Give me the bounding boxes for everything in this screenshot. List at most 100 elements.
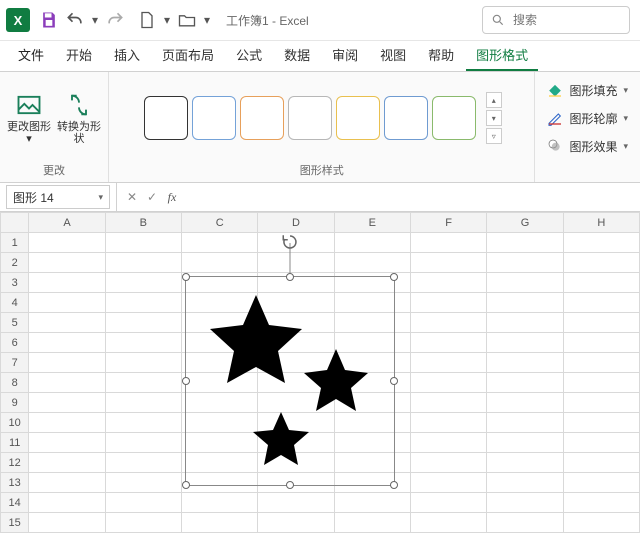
cell[interactable] (29, 493, 105, 513)
cell[interactable] (258, 253, 334, 273)
column-header[interactable]: E (334, 213, 410, 233)
column-header[interactable]: F (410, 213, 486, 233)
tab-home[interactable]: 开始 (56, 39, 102, 71)
tab-page-layout[interactable]: 页面布局 (152, 39, 224, 71)
cell[interactable] (29, 413, 105, 433)
cell[interactable] (563, 393, 639, 413)
cell[interactable] (334, 253, 410, 273)
cell[interactable] (410, 313, 486, 333)
shape-outline-button[interactable]: 图形轮廓 ▾ (543, 106, 632, 130)
styles-scroll-down[interactable]: ▾ (486, 110, 502, 126)
cell[interactable] (410, 233, 486, 253)
tab-formulas[interactable]: 公式 (226, 39, 272, 71)
cell[interactable] (487, 333, 563, 353)
undo-button[interactable] (62, 6, 88, 34)
cell[interactable] (29, 293, 105, 313)
cell[interactable] (487, 413, 563, 433)
shape-style-swatch[interactable] (336, 96, 380, 140)
tab-review[interactable]: 审阅 (322, 39, 368, 71)
shape-style-swatch[interactable] (384, 96, 428, 140)
cell[interactable] (105, 513, 181, 533)
cell[interactable] (105, 433, 181, 453)
cell[interactable] (29, 233, 105, 253)
cell[interactable] (410, 253, 486, 273)
cell[interactable] (105, 413, 181, 433)
shape-style-swatch[interactable] (288, 96, 332, 140)
cell[interactable] (258, 513, 334, 533)
column-header[interactable]: C (182, 213, 258, 233)
qat-overflow[interactable]: ▾ (200, 6, 214, 34)
rotation-handle[interactable] (281, 233, 299, 251)
cell[interactable] (182, 513, 258, 533)
open-button[interactable] (174, 6, 200, 34)
cell[interactable] (105, 393, 181, 413)
cell[interactable] (105, 293, 181, 313)
shape-effects-button[interactable]: 图形效果 ▾ (543, 134, 632, 158)
cell[interactable] (105, 453, 181, 473)
cell[interactable] (105, 373, 181, 393)
cell[interactable] (410, 373, 486, 393)
row-header[interactable]: 12 (1, 453, 29, 473)
cell[interactable] (105, 333, 181, 353)
cell[interactable] (487, 453, 563, 473)
row-header[interactable]: 1 (1, 233, 29, 253)
row-header[interactable]: 2 (1, 253, 29, 273)
accept-formula-button[interactable]: ✓ (143, 190, 161, 204)
formula-input[interactable] (187, 190, 640, 204)
cell[interactable] (563, 313, 639, 333)
cell[interactable] (410, 273, 486, 293)
shape-style-swatch[interactable] (432, 96, 476, 140)
cell[interactable] (29, 313, 105, 333)
cell[interactable] (487, 313, 563, 333)
cell[interactable] (563, 453, 639, 473)
column-header[interactable]: B (105, 213, 181, 233)
column-header[interactable]: G (487, 213, 563, 233)
tab-help[interactable]: 帮助 (418, 39, 464, 71)
cell[interactable] (487, 493, 563, 513)
shape-style-swatch[interactable] (240, 96, 284, 140)
cell[interactable] (29, 453, 105, 473)
cell[interactable] (563, 293, 639, 313)
cell[interactable] (563, 253, 639, 273)
row-header[interactable]: 7 (1, 353, 29, 373)
new-file-dropdown[interactable]: ▾ (160, 6, 174, 34)
cell[interactable] (105, 233, 181, 253)
cell[interactable] (487, 233, 563, 253)
cell[interactable] (182, 493, 258, 513)
cell[interactable] (182, 253, 258, 273)
styles-gallery-expand[interactable]: ▿ (486, 128, 502, 144)
row-header[interactable]: 9 (1, 393, 29, 413)
cell[interactable] (105, 493, 181, 513)
cell[interactable] (410, 453, 486, 473)
cell[interactable] (563, 413, 639, 433)
cell[interactable] (487, 393, 563, 413)
fx-button[interactable]: fx (163, 190, 181, 205)
cell[interactable] (487, 433, 563, 453)
tab-file[interactable]: 文件 (8, 39, 54, 71)
cell[interactable] (29, 433, 105, 453)
cell[interactable] (487, 253, 563, 273)
cell[interactable] (487, 513, 563, 533)
shape-fill-button[interactable]: 图形填充 ▾ (543, 78, 632, 102)
row-header[interactable]: 5 (1, 313, 29, 333)
undo-dropdown[interactable]: ▾ (88, 6, 102, 34)
save-button[interactable] (36, 6, 62, 34)
tab-data[interactable]: 数据 (274, 39, 320, 71)
convert-to-shape-button[interactable]: 转换为形状 (56, 83, 102, 153)
column-header[interactable]: A (29, 213, 105, 233)
cell[interactable] (487, 473, 563, 493)
row-header[interactable]: 14 (1, 493, 29, 513)
cell[interactable] (563, 373, 639, 393)
cell[interactable] (410, 473, 486, 493)
cell[interactable] (487, 373, 563, 393)
cell[interactable] (29, 393, 105, 413)
cell[interactable] (563, 473, 639, 493)
cell[interactable] (487, 293, 563, 313)
row-header[interactable]: 4 (1, 293, 29, 313)
cell[interactable] (334, 513, 410, 533)
search-box[interactable] (482, 6, 630, 34)
styles-scroll-up[interactable]: ▴ (486, 92, 502, 108)
change-graphic-button[interactable]: 更改图形▾ (6, 83, 52, 153)
cell[interactable] (563, 353, 639, 373)
cell[interactable] (105, 273, 181, 293)
